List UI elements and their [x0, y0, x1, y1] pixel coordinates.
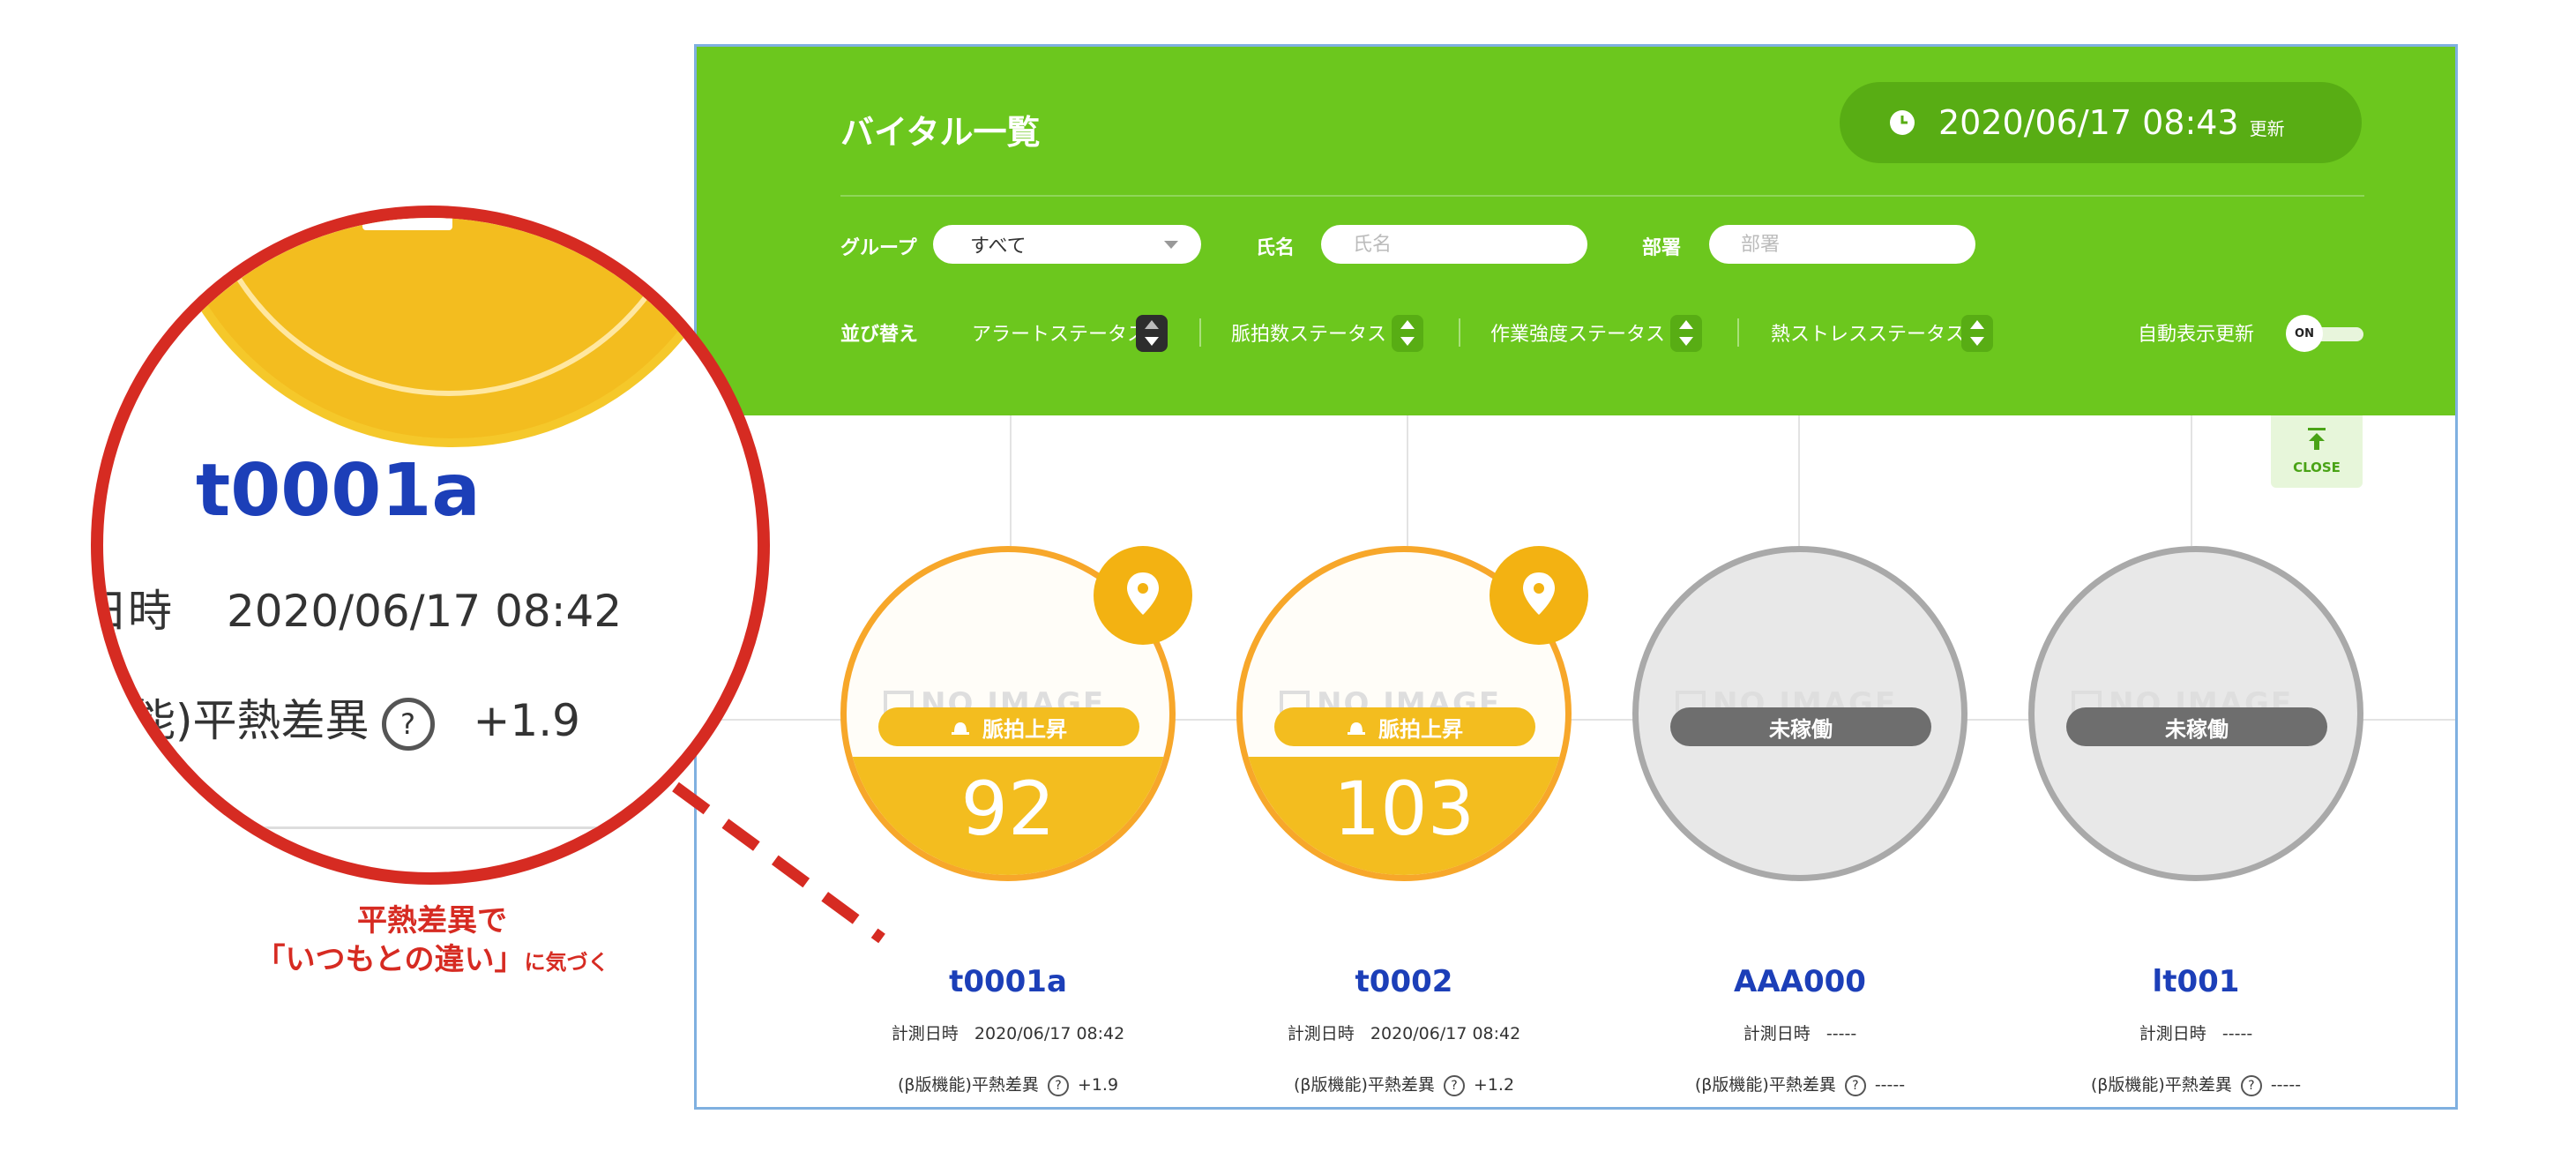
magnifier-callout: t0001a 日時 2020/06/17 08:42 機能)平熱差異? +1.9 [91, 206, 770, 885]
magnified-measured-row: 日時 2020/06/17 08:42 [91, 586, 623, 637]
magnified-divider [103, 826, 758, 829]
magnified-highlight [362, 218, 452, 230]
magnified-avatar [153, 218, 752, 447]
help-icon: ? [381, 697, 435, 751]
magnified-user-id: t0001a [196, 449, 481, 533]
magnified-diff-row: 機能)平熱差異? +1.9 [103, 685, 580, 751]
callout-line1: 平熱差異で [357, 903, 507, 938]
callout-line2: 「いつもとの違い」に気づく [255, 942, 609, 977]
callout-caption: 平熱差異で 「いつもとの違い」に気づく [194, 901, 670, 982]
